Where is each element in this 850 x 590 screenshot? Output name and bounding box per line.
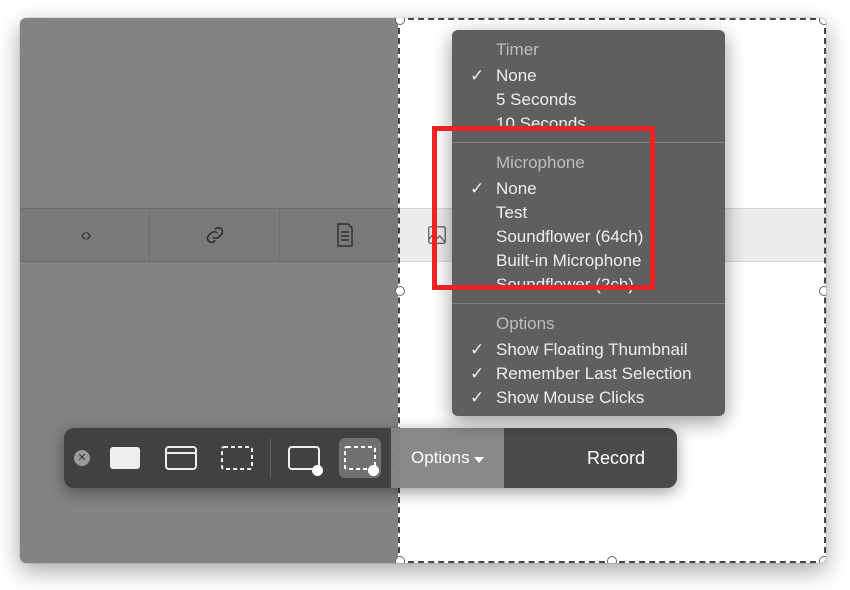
- record-label: Record: [587, 448, 645, 469]
- menu-section-title: Timer: [452, 36, 725, 64]
- divider: [270, 438, 271, 478]
- menu-item[interactable]: Show Mouse Clicks: [452, 386, 725, 410]
- options-menu: TimerNone5 Seconds10 SecondsMicrophoneNo…: [452, 30, 725, 416]
- menu-item[interactable]: Built-in Microphone: [452, 249, 725, 273]
- record-dot-icon: [312, 465, 323, 476]
- record-selection-button[interactable]: [339, 438, 381, 478]
- menu-item[interactable]: None: [452, 64, 725, 88]
- capture-selection-button[interactable]: [216, 438, 258, 478]
- menu-item[interactable]: Show Floating Thumbnail: [452, 338, 725, 362]
- close-icon[interactable]: ✕: [74, 450, 90, 466]
- chevron-down-icon: [474, 457, 484, 463]
- record-button[interactable]: Record: [565, 428, 667, 488]
- menu-item[interactable]: 5 Seconds: [452, 88, 725, 112]
- menu-item[interactable]: Soundflower (2ch): [452, 273, 725, 297]
- menu-item[interactable]: None: [452, 177, 725, 201]
- record-dot-icon: [368, 465, 379, 476]
- capture-mode-group: [104, 438, 258, 478]
- record-entire-screen-button[interactable]: [283, 438, 325, 478]
- options-label: Options: [411, 448, 470, 468]
- capture-window-button[interactable]: [160, 438, 202, 478]
- options-button[interactable]: Options: [391, 428, 504, 488]
- screenshot-control-bar: ✕ Options: [64, 428, 677, 488]
- menu-section-title: Options: [452, 310, 725, 338]
- capture-entire-screen-button[interactable]: [104, 438, 146, 478]
- record-mode-group: [283, 438, 381, 478]
- menu-item[interactable]: Soundflower (64ch): [452, 225, 725, 249]
- image-icon: [426, 224, 448, 246]
- menu-item[interactable]: Test: [452, 201, 725, 225]
- menu-section-title: Microphone: [452, 149, 725, 177]
- menu-item[interactable]: Remember Last Selection: [452, 362, 725, 386]
- window-frame: ‹ › ✕: [20, 18, 826, 563]
- menu-item[interactable]: 10 Seconds: [452, 112, 725, 136]
